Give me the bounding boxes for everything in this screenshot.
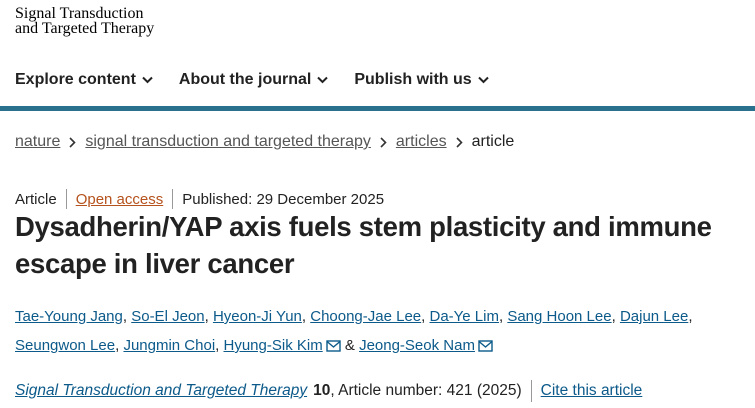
author-separator: , xyxy=(204,308,209,325)
author-link[interactable]: Jeong-Seok Nam xyxy=(359,337,475,354)
chevron-right-icon xyxy=(380,136,387,148)
author-link[interactable]: Hyeon-Ji Yun xyxy=(213,308,302,325)
title-line-2: escape in liver cancer xyxy=(15,248,295,279)
author-and: & xyxy=(344,337,355,354)
breadcrumb-journal[interactable]: signal transduction and targeted therapy xyxy=(85,133,371,151)
author-separator: , xyxy=(122,308,128,325)
breadcrumb-current: article xyxy=(471,133,515,150)
author-separator: , xyxy=(215,337,220,354)
author-link[interactable]: Hyung-Sik Kim xyxy=(224,337,323,354)
nav-label: About the journal xyxy=(178,71,312,88)
journal-logo[interactable]: Signal Transduction and Targeted Therapy xyxy=(15,6,155,37)
open-access-link[interactable]: Open access xyxy=(76,191,164,208)
envelope-icon[interactable] xyxy=(326,340,341,352)
volume-number: 10 xyxy=(313,382,331,399)
nav-label: Publish with us xyxy=(354,71,472,88)
chevron-down-icon xyxy=(142,76,153,84)
chevron-right-icon xyxy=(456,136,463,148)
breadcrumb-articles[interactable]: articles xyxy=(396,133,447,151)
chevron-down-icon xyxy=(477,76,489,84)
author-link[interactable]: Sang Hoon Lee xyxy=(507,308,611,325)
cite-this-article-link[interactable]: Cite this article xyxy=(541,382,643,400)
author-separator: , xyxy=(421,308,426,325)
published-date: Published: 29 December 2025 xyxy=(182,190,385,208)
main-nav: Explore content About the journal Publis… xyxy=(0,60,755,100)
breadcrumb-nature[interactable]: nature xyxy=(15,133,60,151)
header-divider xyxy=(0,106,755,111)
article-type: Article xyxy=(15,190,57,208)
author-list: Tae-Young Jang, So-El Jeon, Hyeon-Ji Yun… xyxy=(15,302,750,360)
author-link[interactable]: So-El Jeon xyxy=(131,308,204,325)
author-link[interactable]: Seungwon Lee xyxy=(15,337,115,354)
nav-about-journal[interactable]: About the journal xyxy=(178,71,329,89)
author-link[interactable]: Jungmin Choi xyxy=(123,337,215,354)
breadcrumb: nature signal transduction and targeted … xyxy=(15,133,514,151)
author-separator: , xyxy=(498,308,504,325)
nav-publish[interactable]: Publish with us xyxy=(354,71,489,89)
author-link[interactable]: Choong-Jae Lee xyxy=(310,308,421,325)
author-separator: , xyxy=(301,308,307,325)
article-meta: Article Open access Published: 29 Decemb… xyxy=(15,189,384,209)
envelope-icon[interactable] xyxy=(478,340,493,352)
author-link[interactable]: Tae-Young Jang xyxy=(15,308,123,325)
logo-line-2: and Targeted Therapy xyxy=(15,19,155,37)
title-line-1: Dysadherin/YAP axis fuels stem plasticit… xyxy=(15,211,712,242)
nav-label: Explore content xyxy=(15,71,136,88)
meta-divider xyxy=(65,189,67,209)
article-title: Dysadherin/YAP axis fuels stem plasticit… xyxy=(15,208,755,282)
citation-divider xyxy=(530,380,532,402)
chevron-down-icon xyxy=(317,76,329,84)
author-separator: , xyxy=(688,308,693,325)
journal-link[interactable]: Signal Transduction and Targeted Therapy xyxy=(15,382,307,400)
meta-divider xyxy=(172,189,174,209)
chevron-right-icon xyxy=(69,136,77,148)
author-separator: , xyxy=(611,308,616,325)
author-link[interactable]: Dajun Lee xyxy=(620,308,688,325)
nav-explore-content[interactable]: Explore content xyxy=(15,71,153,89)
author-link[interactable]: Da-Ye Lim xyxy=(430,308,499,325)
article-number: , Article number: 421 (2025) xyxy=(330,382,522,399)
citation-line: Signal Transduction and Targeted Therapy… xyxy=(15,380,642,402)
author-separator: , xyxy=(115,337,120,354)
